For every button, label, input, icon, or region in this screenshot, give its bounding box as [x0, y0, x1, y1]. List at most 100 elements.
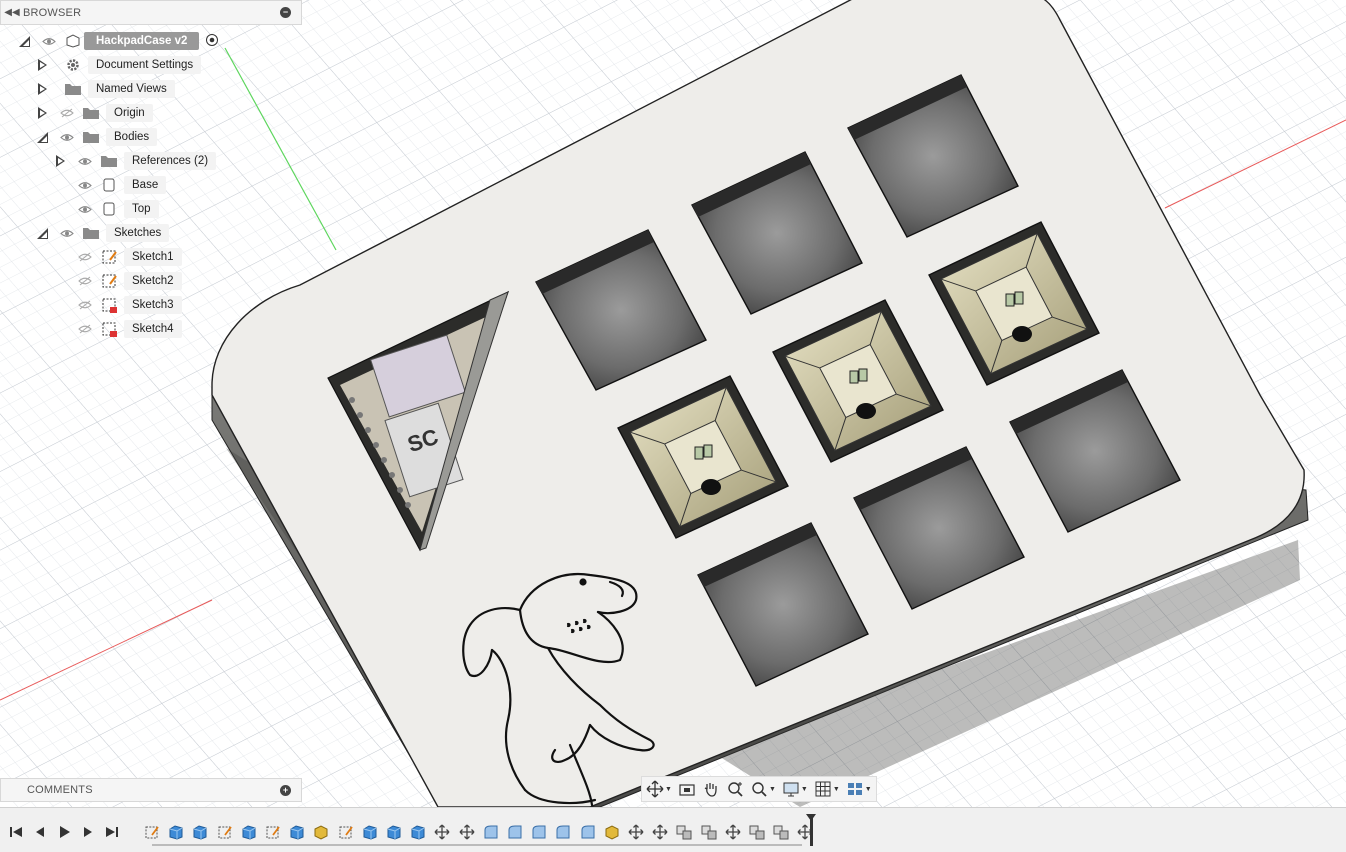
- go-to-end-button[interactable]: [104, 824, 120, 840]
- go-to-start-button[interactable]: [8, 824, 24, 840]
- collapse-panel-icon[interactable]: ◀◀: [1, 7, 23, 18]
- timeline-feature-combine-icon[interactable]: [675, 823, 693, 841]
- timeline-feature-move-icon[interactable]: [627, 823, 645, 841]
- 3d-viewport[interactable]: SC: [0, 0, 1346, 807]
- timeline-feature-fillet-icon[interactable]: [554, 823, 572, 841]
- timeline-feature-move-icon[interactable]: [651, 823, 669, 841]
- timeline-feature-extrude-icon[interactable]: [191, 823, 209, 841]
- timeline-feature-component-icon[interactable]: [312, 823, 330, 841]
- timeline-feature-combine-icon[interactable]: [700, 823, 718, 841]
- comments-header: COMMENTS +: [0, 778, 302, 802]
- tree-item[interactable]: Sketch4: [54, 318, 182, 340]
- folder-icon: [82, 225, 100, 241]
- timeline-feature-move-icon[interactable]: [458, 823, 476, 841]
- timeline-feature-extrude-icon[interactable]: [361, 823, 379, 841]
- timeline-feature-extrude-icon[interactable]: [167, 823, 185, 841]
- activate-radio-icon[interactable]: [205, 33, 219, 50]
- timeline-feature-extrude-icon[interactable]: [385, 823, 403, 841]
- tree-item[interactable]: References (2): [54, 150, 217, 172]
- tree-item[interactable]: Bodies: [36, 126, 158, 148]
- tree-item[interactable]: Base: [54, 174, 167, 196]
- timeline-feature-combine-icon[interactable]: [748, 823, 766, 841]
- tree-item-label[interactable]: Bodies: [106, 128, 158, 146]
- step-forward-button[interactable]: [80, 824, 96, 840]
- timeline-feature-fillet-icon[interactable]: [482, 823, 500, 841]
- tree-item[interactable]: Named Views: [36, 78, 175, 100]
- sketch-icon: [100, 297, 118, 313]
- play-button[interactable]: [56, 824, 72, 840]
- timeline-feature-sketch-icon[interactable]: [264, 823, 282, 841]
- root-component-label[interactable]: HackpadCase v2: [84, 32, 200, 50]
- eye-icon[interactable]: [76, 179, 94, 191]
- timeline-feature-combine-icon[interactable]: [772, 823, 790, 841]
- expand-toggle[interactable]: [36, 82, 48, 96]
- tree-item-label[interactable]: Sketches: [106, 224, 170, 242]
- timeline: [0, 807, 1346, 852]
- tree-item-label[interactable]: Sketch3: [124, 296, 182, 314]
- tree-item-label[interactable]: References (2): [124, 152, 217, 170]
- timeline-marker[interactable]: [806, 814, 816, 846]
- tree-root[interactable]: HackpadCase v2: [18, 30, 219, 52]
- timeline-feature-component-icon[interactable]: [603, 823, 621, 841]
- tree-item-label[interactable]: Document Settings: [88, 56, 202, 74]
- tree-item[interactable]: Sketch1: [54, 246, 182, 268]
- step-back-button[interactable]: [32, 824, 48, 840]
- timeline-feature-extrude-icon[interactable]: [240, 823, 258, 841]
- collapse-toggle[interactable]: [36, 227, 48, 239]
- timeline-feature-sketch-icon[interactable]: [216, 823, 234, 841]
- timeline-feature-sketch-icon[interactable]: [143, 823, 161, 841]
- body-icon: [100, 201, 118, 217]
- tree-item-label[interactable]: Sketch4: [124, 320, 182, 338]
- eye-icon[interactable]: [76, 203, 94, 215]
- viewports-button[interactable]: ▼: [846, 778, 872, 800]
- tree-item-label[interactable]: Named Views: [88, 80, 175, 98]
- tree-item[interactable]: Sketches: [36, 222, 170, 244]
- comments-title: COMMENTS: [27, 784, 93, 796]
- tree-item[interactable]: Sketch3: [54, 294, 182, 316]
- display-settings-button[interactable]: ▼: [782, 778, 808, 800]
- tree-item[interactable]: Sketch2: [54, 270, 182, 292]
- tree-item[interactable]: Document Settings: [36, 54, 202, 76]
- timeline-feature-move-icon[interactable]: [724, 823, 742, 841]
- timeline-feature-fillet-icon[interactable]: [506, 823, 524, 841]
- timeline-feature-extrude-icon[interactable]: [288, 823, 306, 841]
- timeline-feature-extrude-icon[interactable]: [409, 823, 427, 841]
- expand-toggle[interactable]: [36, 58, 48, 72]
- tree-item-label[interactable]: Top: [124, 200, 159, 218]
- eye-hidden-icon[interactable]: [76, 323, 94, 335]
- zoom-button[interactable]: [726, 778, 744, 800]
- expand-toggle[interactable]: [18, 35, 30, 47]
- eye-hidden-icon[interactable]: [76, 299, 94, 311]
- timeline-feature-move-icon[interactable]: [433, 823, 451, 841]
- tree-item[interactable]: Origin: [36, 102, 153, 124]
- eye-icon[interactable]: [40, 35, 58, 47]
- eye-icon[interactable]: [58, 131, 76, 143]
- timeline-feature-sketch-icon[interactable]: [337, 823, 355, 841]
- eye-hidden-icon[interactable]: [76, 275, 94, 287]
- grid-settings-button[interactable]: ▼: [814, 778, 840, 800]
- add-comment-button[interactable]: +: [280, 785, 291, 796]
- look-at-button[interactable]: [678, 778, 696, 800]
- tree-item-label[interactable]: Origin: [106, 104, 153, 122]
- timeline-feature-fillet-icon[interactable]: [530, 823, 548, 841]
- expand-toggle[interactable]: [54, 154, 66, 168]
- orbit-button[interactable]: ▼: [646, 778, 672, 800]
- tree-item[interactable]: Top: [54, 198, 159, 220]
- sketch-icon: [100, 273, 118, 289]
- eye-icon[interactable]: [58, 227, 76, 239]
- tree-item-label[interactable]: Sketch1: [124, 248, 182, 266]
- eye-hidden-icon[interactable]: [58, 107, 76, 119]
- browser-minimize-button[interactable]: −: [280, 7, 291, 18]
- fit-button[interactable]: ▼: [750, 778, 776, 800]
- component-icon: [64, 33, 82, 49]
- expand-toggle[interactable]: [36, 106, 48, 120]
- folder-icon: [82, 105, 100, 121]
- pan-hand-icon[interactable]: [702, 778, 720, 800]
- tree-item-label[interactable]: Base: [124, 176, 167, 194]
- collapse-toggle[interactable]: [36, 131, 48, 143]
- eye-icon[interactable]: [76, 155, 94, 167]
- eye-hidden-icon[interactable]: [76, 251, 94, 263]
- tree-item-label[interactable]: Sketch2: [124, 272, 182, 290]
- folder-icon: [82, 129, 100, 145]
- timeline-feature-fillet-icon[interactable]: [579, 823, 597, 841]
